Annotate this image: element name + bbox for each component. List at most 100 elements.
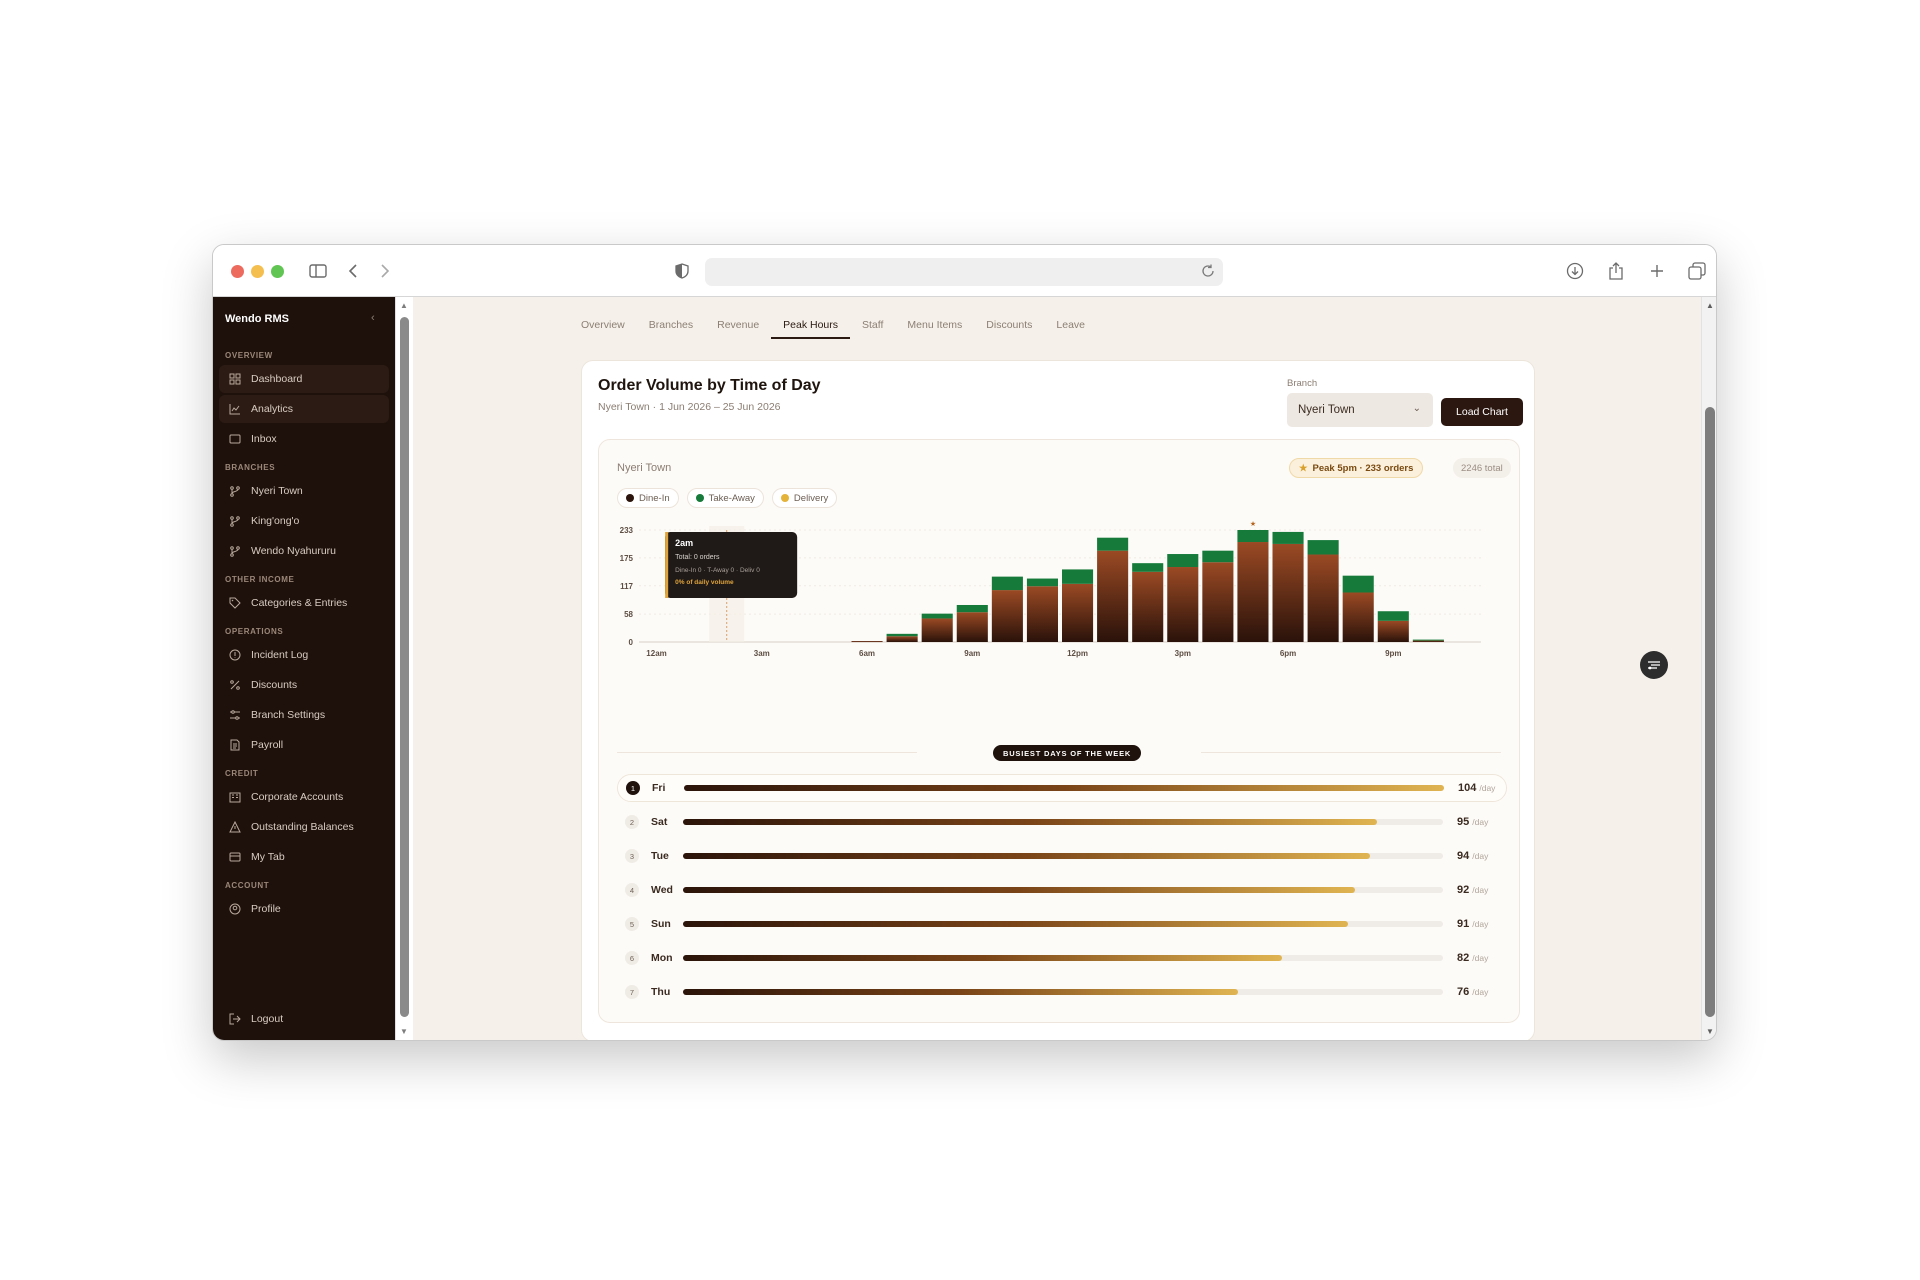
busiest-day-row[interactable]: 2 Sat 95/day (617, 808, 1507, 836)
zoom-window-button[interactable] (271, 265, 284, 278)
day-bar-track (684, 785, 1444, 791)
sidebar-item-profile[interactable]: Profile (219, 895, 389, 923)
busiest-day-row[interactable]: 4 Wed 92/day (617, 876, 1507, 904)
address-bar[interactable] (705, 258, 1223, 286)
sidebar-item-payroll[interactable]: Payroll (219, 731, 389, 759)
load-chart-button[interactable]: Load Chart (1441, 398, 1523, 426)
bar-take-away-8pm[interactable] (1342, 575, 1374, 593)
busiest-day-row[interactable]: 6 Mon 82/day (617, 944, 1507, 972)
tab-revenue[interactable]: Revenue (705, 311, 771, 339)
scroll-down-icon[interactable]: ▼ (400, 1027, 408, 1036)
page-scroll-thumb[interactable] (1705, 407, 1715, 1017)
bar-dine-in-10pm[interactable] (1412, 640, 1444, 642)
bar-take-away-6pm[interactable] (1272, 531, 1304, 544)
sidebar-item-inbox[interactable]: Inbox (219, 425, 389, 453)
bar-take-away-7am[interactable] (886, 633, 918, 637)
page-scroll-up-icon[interactable]: ▲ (1706, 301, 1714, 310)
sidebar-item-king-ong-o[interactable]: King'ong'o (219, 507, 389, 535)
floating-action-button[interactable] (1640, 651, 1668, 679)
bar-dine-in-11am[interactable] (1026, 586, 1058, 642)
bar-take-away-3pm[interactable] (1167, 554, 1199, 568)
page-scrollbar[interactable]: ▲ ▼ (1701, 297, 1716, 1040)
sidebar-item-discounts[interactable]: Discounts (219, 671, 389, 699)
bar-take-away-9pm[interactable] (1377, 611, 1409, 621)
tab-peak-hours[interactable]: Peak Hours (771, 311, 850, 339)
bar-dine-in-9pm[interactable] (1377, 620, 1409, 642)
busiest-day-row[interactable]: 5 Sun 91/day (617, 910, 1507, 938)
branch-select[interactable]: Nyeri Town ⌄ (1287, 393, 1433, 427)
back-icon[interactable] (341, 259, 365, 283)
sidebar-item-branch-settings[interactable]: Branch Settings (219, 701, 389, 729)
bar-dine-in-10am[interactable] (991, 590, 1023, 642)
scroll-up-icon[interactable]: ▲ (400, 301, 408, 310)
bar-dine-in-7am[interactable] (886, 636, 918, 642)
privacy-shield-icon[interactable] (670, 259, 694, 283)
sidebar-item-nyeri-town[interactable]: Nyeri Town (219, 477, 389, 505)
bar-dine-in-5pm[interactable] (1237, 542, 1269, 642)
bar-dine-in-2pm[interactable] (1132, 571, 1164, 642)
bar-dine-in-1pm[interactable] (1097, 550, 1129, 642)
bar-dine-in-6pm[interactable] (1272, 543, 1304, 642)
collapse-sidebar-icon[interactable]: ‹ (371, 312, 375, 324)
bar-take-away-12pm[interactable] (1062, 569, 1094, 584)
bar-take-away-7pm[interactable] (1307, 540, 1339, 555)
tab-staff[interactable]: Staff (850, 311, 895, 339)
new-tab-icon[interactable] (1645, 259, 1669, 283)
page-scroll-down-icon[interactable]: ▼ (1706, 1027, 1714, 1036)
tab-menu-items[interactable]: Menu Items (895, 311, 974, 339)
tab-discounts[interactable]: Discounts (974, 311, 1044, 339)
reload-icon[interactable] (1201, 264, 1215, 283)
tab-overview-icon[interactable] (1685, 259, 1709, 283)
sidebar-item-wendo-nyahururu[interactable]: Wendo Nyahururu (219, 537, 389, 565)
download-icon[interactable] (1563, 259, 1587, 283)
bar-take-away-11am[interactable] (1026, 578, 1058, 587)
inbox-icon (229, 434, 241, 444)
tab-leave[interactable]: Leave (1044, 311, 1097, 339)
bar-dine-in-3pm[interactable] (1167, 567, 1199, 642)
day-bar-fill (683, 887, 1356, 893)
sidebar-item-categories-entries[interactable]: Categories & Entries (219, 589, 389, 617)
sidebar-item-dashboard[interactable]: Dashboard (219, 365, 389, 393)
bar-take-away-1pm[interactable] (1097, 537, 1129, 551)
bar-take-away-2pm[interactable] (1132, 563, 1164, 572)
logout-button[interactable]: Logout (219, 1005, 389, 1033)
busiest-day-row[interactable]: 7 Thu 76/day (617, 978, 1507, 1006)
bar-dine-in-8pm[interactable] (1342, 592, 1374, 642)
bar-take-away-10am[interactable] (991, 576, 1023, 591)
busiest-day-row[interactable]: 3 Tue 94/day (617, 842, 1507, 870)
share-icon[interactable] (1604, 259, 1628, 283)
bar-take-away-5pm[interactable] (1237, 530, 1269, 543)
bar-dine-in-8am[interactable] (921, 618, 953, 642)
sidebar-item-my-tab[interactable]: My Tab (219, 843, 389, 871)
bar-dine-in-9am[interactable] (956, 612, 988, 642)
bar-dine-in-7pm[interactable] (1307, 554, 1339, 642)
bar-dine-in-12pm[interactable] (1062, 583, 1094, 642)
busiest-day-row[interactable]: 1 Fri 104/day (617, 774, 1507, 802)
bar-dine-in-6am[interactable] (851, 641, 883, 643)
sidebar-item-corporate-accounts[interactable]: Corporate Accounts (219, 783, 389, 811)
bar-dine-in-4pm[interactable] (1202, 562, 1234, 642)
minimize-window-button[interactable] (251, 265, 264, 278)
sidebar-item-incident-log[interactable]: Incident Log (219, 641, 389, 669)
legend-item-delivery[interactable]: Delivery (771, 488, 838, 508)
close-window-button[interactable] (231, 265, 244, 278)
bar-take-away-10pm[interactable] (1412, 639, 1444, 641)
sidebar-scroll-thumb[interactable] (400, 317, 409, 1017)
day-value-number: 82 (1457, 952, 1470, 964)
sidebar-scrollbar[interactable]: ▲ ▼ (395, 297, 413, 1040)
sidebar-toggle-icon[interactable] (306, 259, 330, 283)
sidebar-item-outstanding-balances[interactable]: Outstanding Balances (219, 813, 389, 841)
legend-item-take-away[interactable]: Take-Away (686, 488, 764, 508)
chart-panel-title: Nyeri Town (617, 462, 672, 474)
sidebar-item-label: Corporate Accounts (251, 791, 344, 803)
bar-take-away-4pm[interactable] (1202, 550, 1234, 563)
chevron-down-icon: ⌄ (1412, 403, 1421, 414)
tab-branches[interactable]: Branches (637, 311, 705, 339)
bar-take-away-8am[interactable] (921, 613, 953, 619)
sidebar-item-label: Discounts (251, 679, 298, 691)
forward-icon[interactable] (373, 259, 397, 283)
legend-item-dine-in[interactable]: Dine-In (617, 488, 679, 508)
tab-overview[interactable]: Overview (569, 311, 637, 339)
sidebar-item-analytics[interactable]: Analytics (219, 395, 389, 423)
bar-take-away-9am[interactable] (956, 604, 988, 613)
